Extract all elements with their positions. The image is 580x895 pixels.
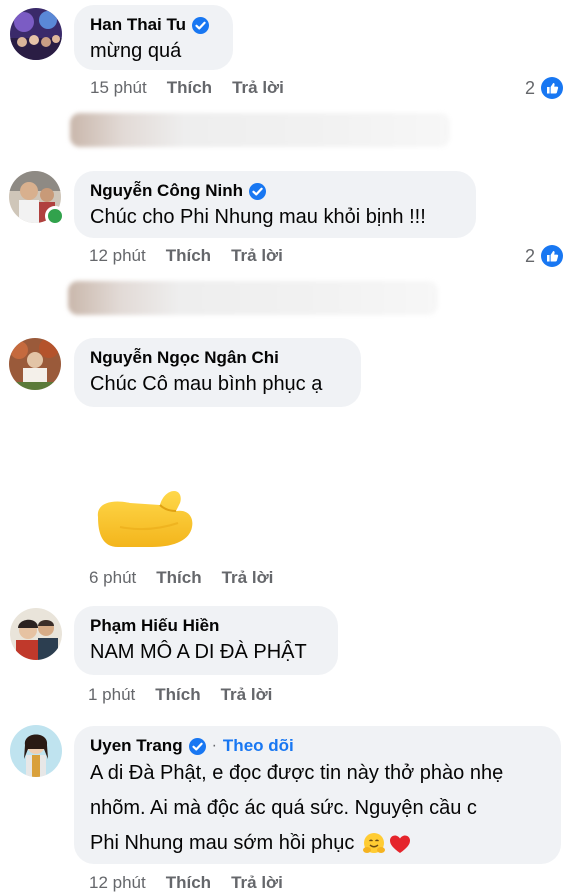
commenter-name[interactable]: Nguyễn Công Ninh: [90, 181, 243, 201]
comment-time[interactable]: 12 phút: [89, 873, 146, 893]
comment-actions: 12 phút Thích Trả lời: [89, 246, 283, 266]
comment-bubble: Phạm Hiếu Hiền NAM MÔ A DI ĐÀ PHẬT: [74, 606, 338, 675]
comment-actions: 15 phút Thích Trả lời: [90, 78, 284, 98]
reply-button[interactable]: Trả lời: [231, 246, 283, 266]
comment-text-line: Phi Nhung mau sớm hồi phục: [90, 832, 355, 854]
like-button[interactable]: Thích: [156, 568, 201, 588]
reaction-count-number: 2: [525, 77, 536, 98]
comment-text: A di Đà Phật, e đọc được tin này thở phà…: [90, 756, 545, 861]
comment-actions: 6 phút Thích Trả lời: [89, 568, 273, 588]
commenter-name[interactable]: Nguyễn Ngọc Ngân Chi: [90, 348, 279, 368]
comment-bubble: Han Thai Tu mừng quá: [74, 5, 233, 70]
comment-bubble: Uyen Trang · Theo dõi A di Đà Phật, e đọ…: [74, 726, 561, 864]
comment-time[interactable]: 1 phút: [88, 685, 135, 705]
avatar[interactable]: [9, 338, 61, 390]
verified-badge-icon: [248, 182, 266, 200]
comment-time[interactable]: 15 phút: [90, 78, 147, 98]
like-reaction-icon: [541, 245, 564, 267]
comment-text: NAM MÔ A DI ĐÀ PHẬT: [90, 641, 307, 663]
like-reaction-icon: [541, 77, 564, 99]
like-button[interactable]: Thích: [155, 685, 200, 705]
hand-sticker-icon: [90, 487, 196, 551]
comment-text-line: nhõm. Ai mà độc ác quá sức. Nguyện cầu c: [90, 797, 477, 819]
like-button[interactable]: Thích: [166, 246, 211, 266]
comment-bubble: Nguyễn Công Ninh Chúc cho Phi Nhung mau …: [74, 171, 476, 238]
comment-text: Chúc Cô mau bình phục ạ: [90, 373, 323, 395]
comment-bubble: Nguyễn Ngọc Ngân Chi Chúc Cô mau bình ph…: [74, 338, 361, 407]
red-heart-icon: [388, 832, 412, 856]
verified-badge-icon: [192, 16, 210, 34]
hugging-face-icon: [362, 832, 386, 856]
reply-button[interactable]: Trả lời: [231, 873, 283, 893]
comment-actions: 12 phút Thích Trả lời: [89, 873, 283, 893]
reply-button[interactable]: Trả lời: [221, 685, 273, 705]
comment-text: Chúc cho Phi Nhung mau khỏi bịnh !!!: [90, 206, 426, 228]
avatar[interactable]: [10, 608, 62, 660]
blurred-reply: [70, 113, 450, 147]
reply-button[interactable]: Trả lời: [232, 78, 284, 98]
commenter-name[interactable]: Han Thai Tu: [90, 15, 186, 35]
commenter-name[interactable]: Phạm Hiếu Hiền: [90, 616, 219, 636]
like-button[interactable]: Thích: [167, 78, 212, 98]
avatar[interactable]: [10, 725, 62, 777]
verified-badge-icon: [188, 737, 206, 755]
reply-button[interactable]: Trả lời: [222, 568, 274, 588]
comment-actions: 1 phút Thích Trả lời: [88, 685, 272, 705]
avatar[interactable]: [10, 8, 62, 60]
comment-time[interactable]: 6 phút: [89, 568, 136, 588]
separator-dot: ·: [211, 737, 217, 754]
reaction-count[interactable]: 2: [525, 77, 564, 99]
blurred-reply: [68, 281, 438, 315]
reaction-count[interactable]: 2: [525, 245, 564, 267]
like-button[interactable]: Thích: [166, 873, 211, 893]
comment-text: mừng quá: [90, 40, 182, 62]
comment-text-line: A di Đà Phật, e đọc được tin này thở phà…: [90, 762, 504, 784]
reaction-count-number: 2: [525, 245, 536, 266]
follow-button[interactable]: Theo dõi: [223, 736, 294, 756]
comment-time[interactable]: 12 phút: [89, 246, 146, 266]
commenter-name[interactable]: Uyen Trang: [90, 736, 183, 756]
online-status-indicator: [45, 206, 65, 226]
